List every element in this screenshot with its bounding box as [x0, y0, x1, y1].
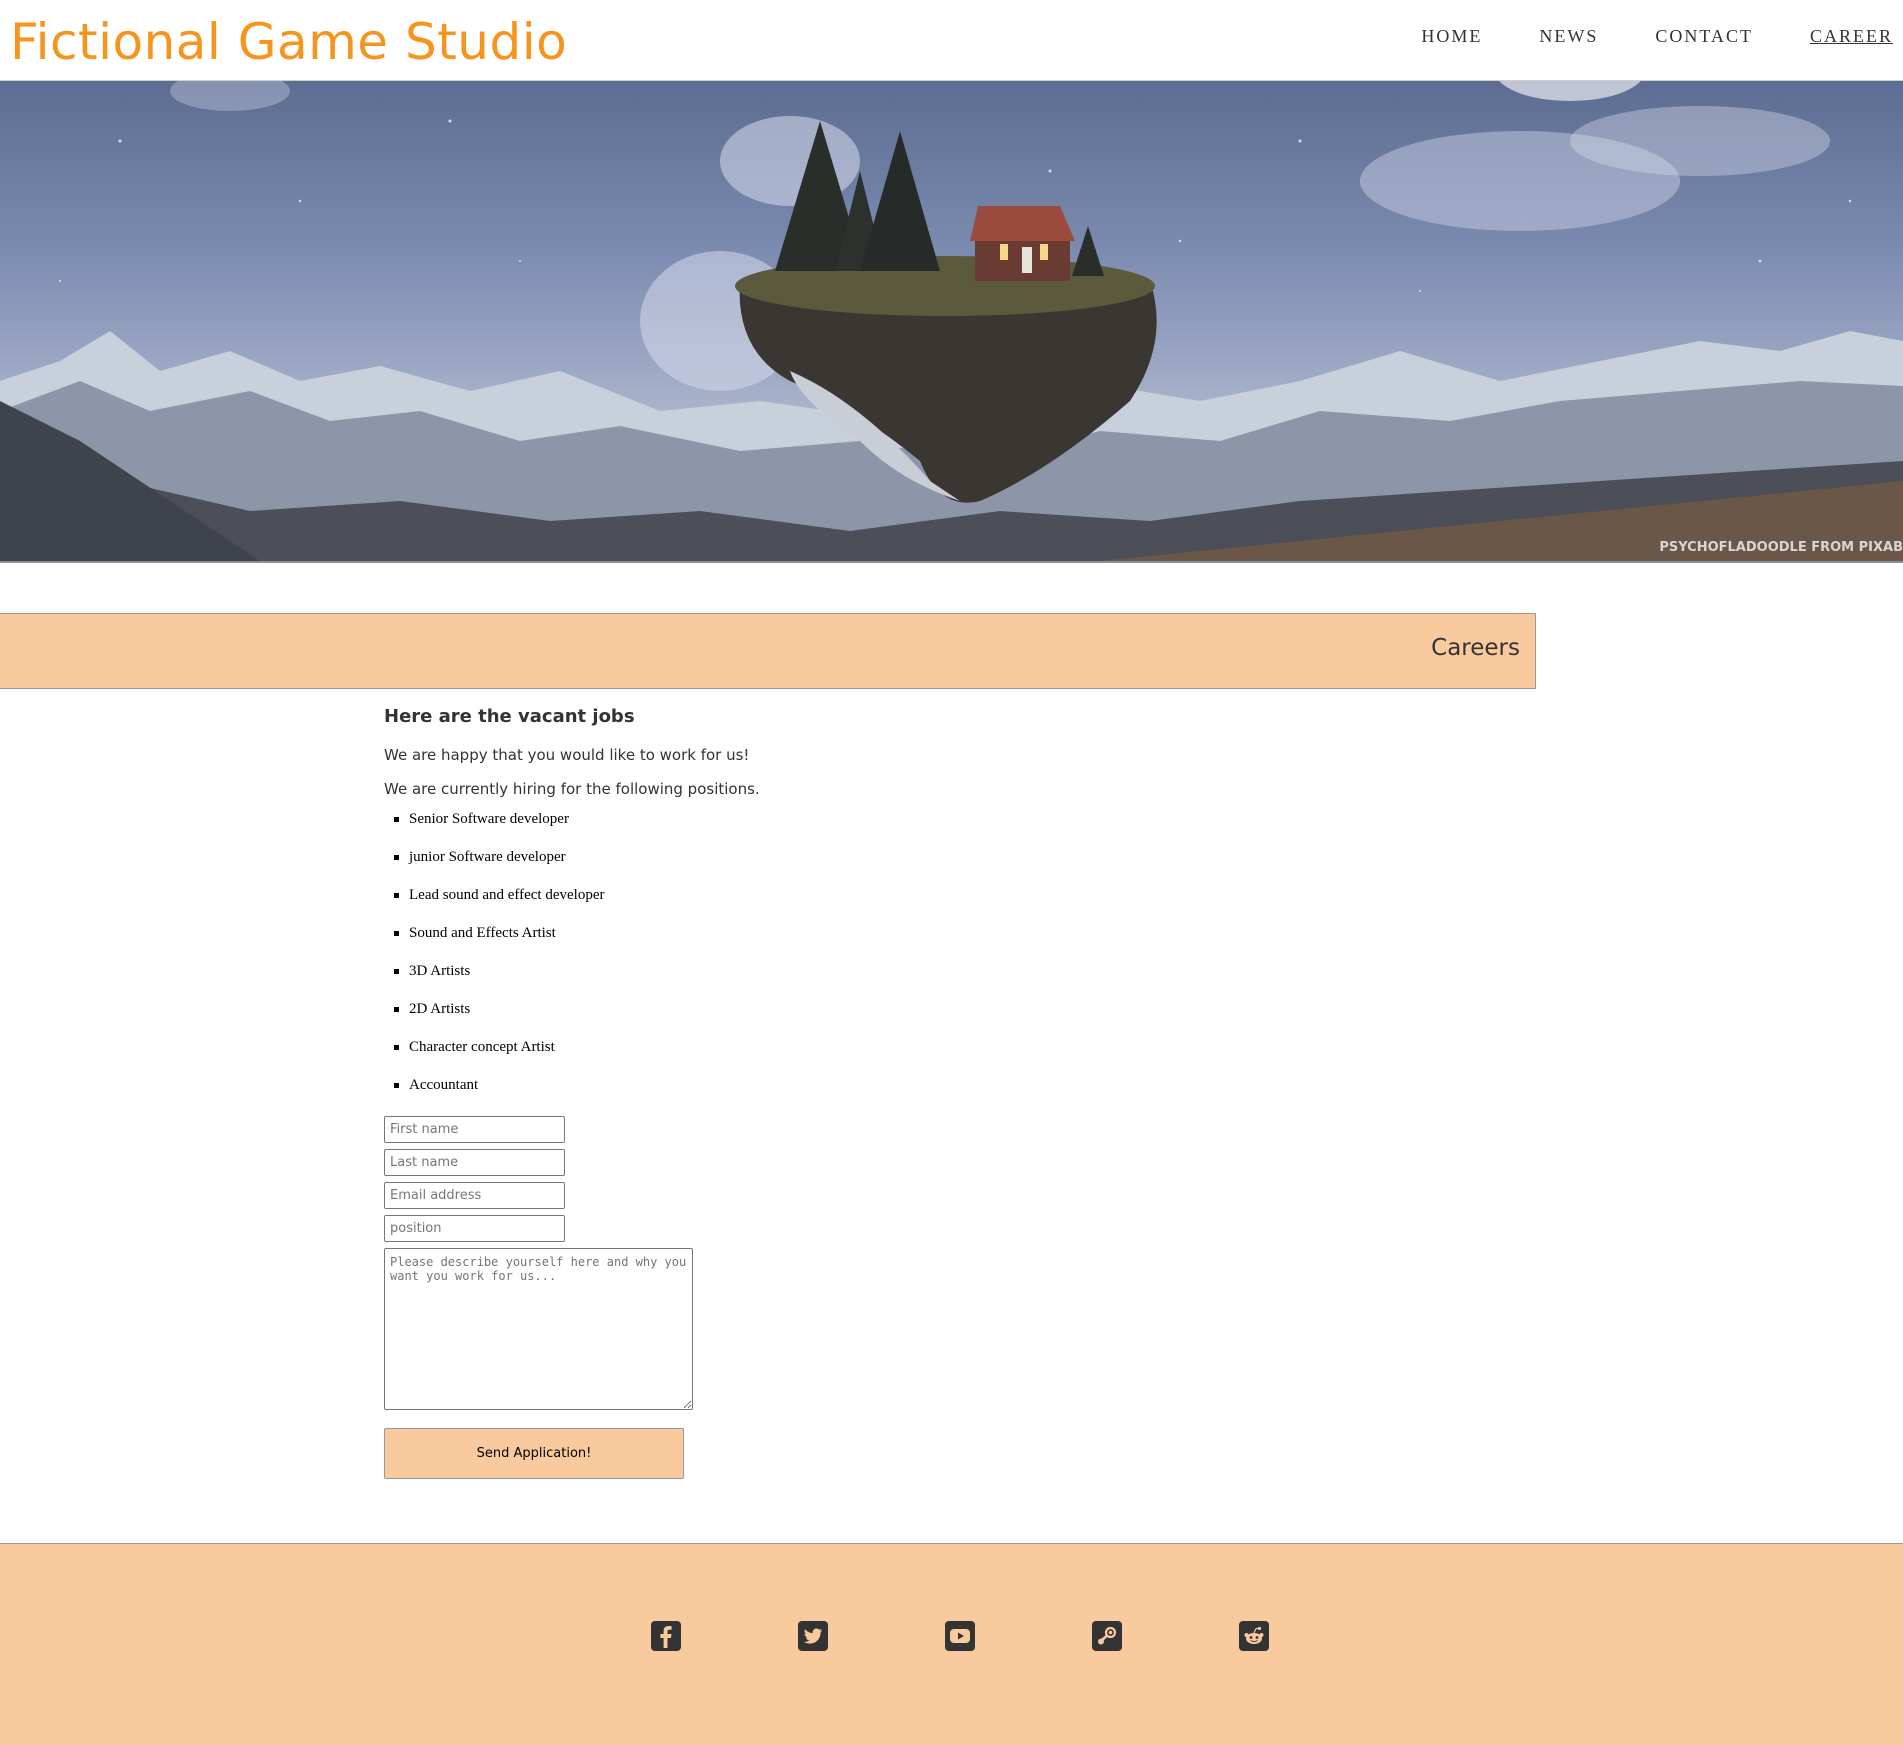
facebook-icon[interactable] — [651, 1621, 681, 1651]
list-item: Character concept Artist — [384, 1037, 1084, 1075]
nav-home[interactable]: HOME — [1421, 26, 1482, 47]
nav-news[interactable]: NEWS — [1539, 26, 1598, 47]
nav-career[interactable]: CAREER — [1810, 26, 1893, 47]
steam-icon[interactable] — [1092, 1621, 1122, 1651]
bullet-icon — [394, 931, 399, 936]
list-item: Lead sound and effect developer — [384, 885, 1084, 923]
hero-image: PSYCHOFLADOODLE FROM PIXAB — [0, 81, 1903, 563]
youtube-icon[interactable] — [945, 1621, 975, 1651]
jobs-list: Senior Software developer junior Softwar… — [384, 809, 1084, 1113]
bullet-icon — [394, 817, 399, 822]
careers-banner: Careers — [0, 613, 1536, 689]
main-nav: HOME NEWS CONTACT CAREER — [1364, 26, 1893, 47]
image-credit: PSYCHOFLADOODLE FROM PIXAB — [1659, 540, 1903, 555]
page-title: Careers — [1431, 635, 1520, 661]
send-application-button[interactable]: Send Application! — [384, 1428, 684, 1479]
list-item: junior Software developer — [384, 847, 1084, 885]
careers-content: Here are the vacant jobs We are happy th… — [384, 706, 1084, 1113]
last-name-field[interactable] — [384, 1149, 565, 1176]
bullet-icon — [394, 1045, 399, 1050]
application-form: Send Application! — [384, 1116, 693, 1479]
bullet-icon — [394, 969, 399, 974]
list-item: Accountant — [384, 1075, 1084, 1113]
list-item: Senior Software developer — [384, 809, 1084, 847]
list-item: Sound and Effects Artist — [384, 923, 1084, 961]
bullet-icon — [394, 855, 399, 860]
email-field[interactable] — [384, 1182, 565, 1209]
hiring-text: We are currently hiring for the followin… — [384, 780, 760, 798]
bullet-icon — [394, 893, 399, 898]
description-textarea[interactable] — [384, 1248, 693, 1410]
list-item: 2D Artists — [384, 999, 1084, 1037]
floating-island-illustration — [0, 81, 1903, 561]
site-footer — [0, 1543, 1903, 1745]
reddit-icon[interactable] — [1239, 1621, 1269, 1651]
position-field[interactable] — [384, 1215, 565, 1242]
first-name-field[interactable] — [384, 1116, 565, 1143]
site-header: Fictional Game Studio HOME NEWS CONTACT … — [0, 0, 1903, 81]
bullet-icon — [394, 1083, 399, 1088]
bullet-icon — [394, 1007, 399, 1012]
nav-contact[interactable]: CONTACT — [1655, 26, 1753, 47]
list-item: 3D Artists — [384, 961, 1084, 999]
intro-text: We are happy that you would like to work… — [384, 746, 750, 764]
vacancies-heading: Here are the vacant jobs — [384, 706, 635, 727]
twitter-icon[interactable] — [798, 1621, 828, 1651]
site-title[interactable]: Fictional Game Studio — [10, 10, 567, 74]
